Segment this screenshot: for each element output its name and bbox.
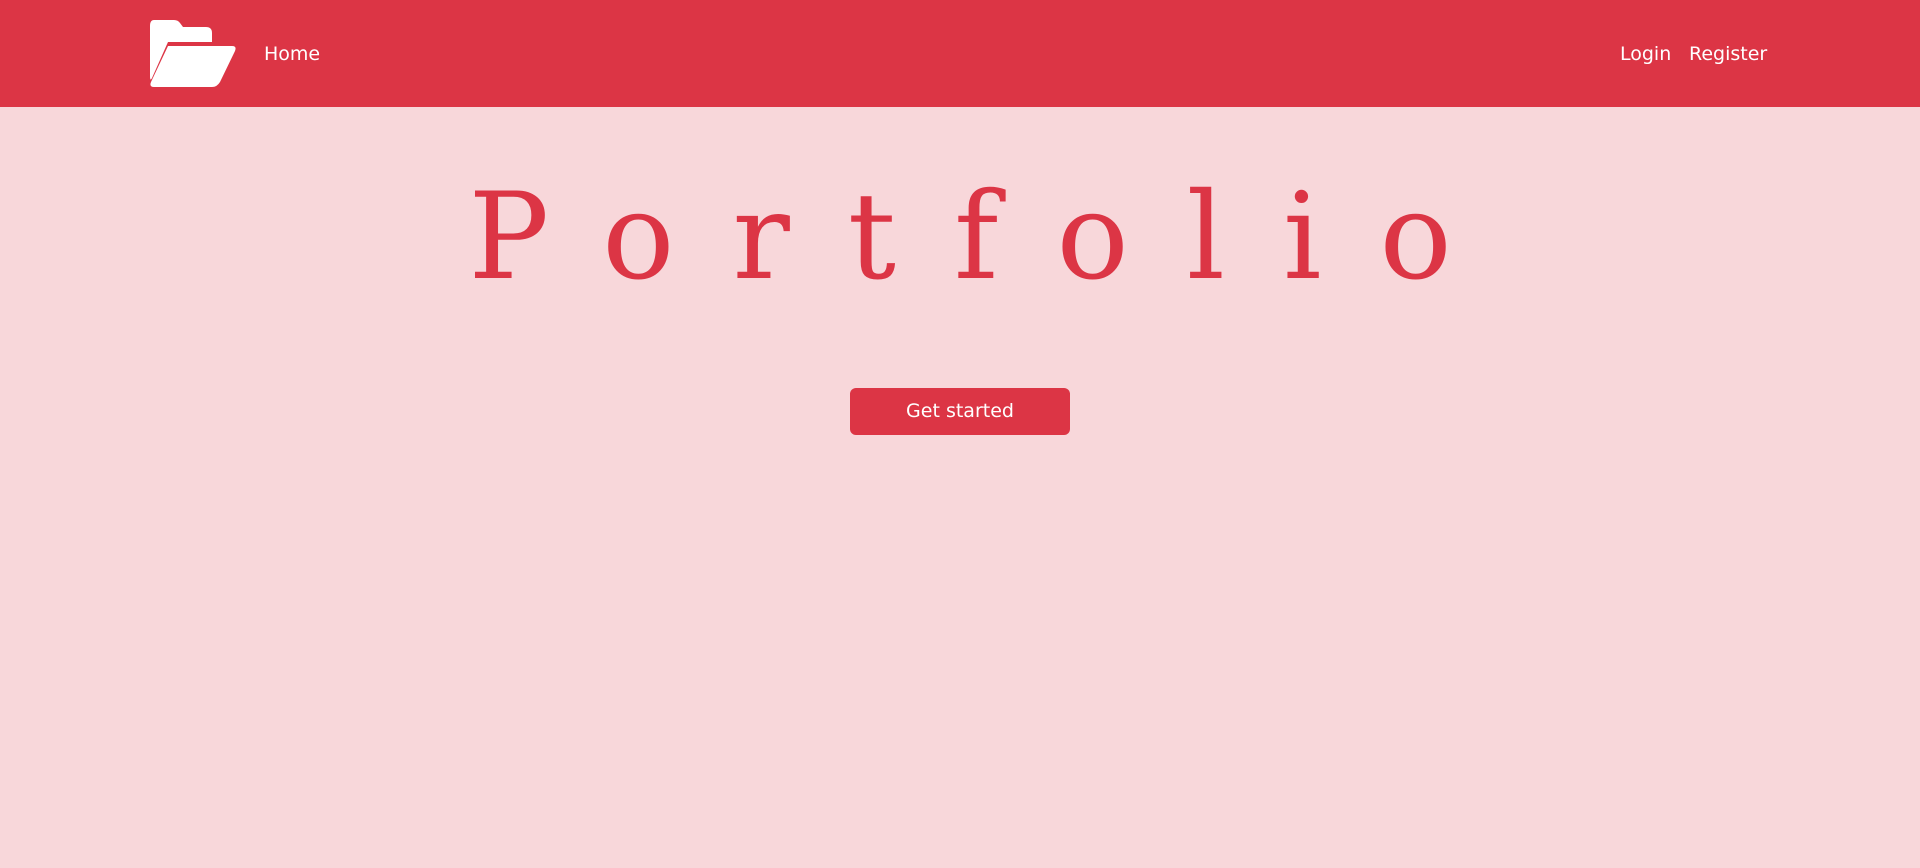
brand-logo-link[interactable] — [148, 20, 236, 88]
get-started-button[interactable]: Get started — [850, 388, 1070, 435]
folder-open-icon — [148, 20, 236, 88]
navbar: Home Login Register — [0, 0, 1920, 107]
nav-login-link[interactable]: Login — [1620, 42, 1671, 66]
nav-register-link[interactable]: Register — [1689, 42, 1767, 66]
nav-home-link[interactable]: Home — [264, 42, 320, 66]
hero-title: Portfolio — [468, 168, 1510, 307]
